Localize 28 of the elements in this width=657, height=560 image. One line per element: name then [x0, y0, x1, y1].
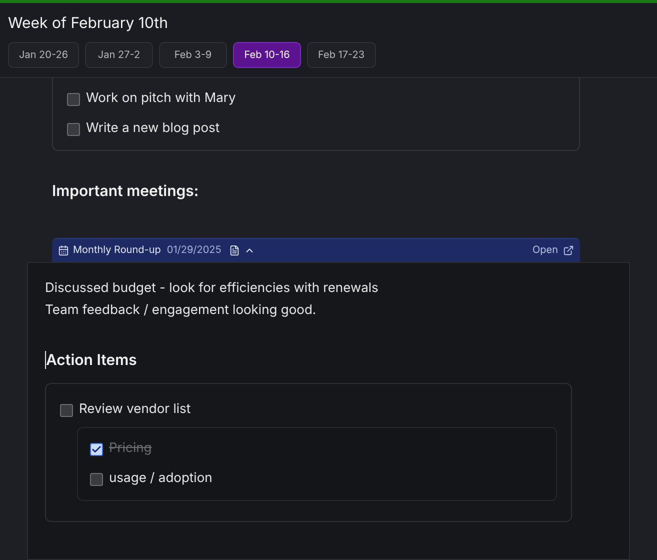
week-tab[interactable]: Jan 20-26: [8, 42, 80, 68]
calendar-icon: [58, 245, 69, 256]
meeting-date: 01/29/2025: [166, 243, 222, 258]
checkbox[interactable]: [67, 122, 80, 136]
checkbox[interactable]: [90, 442, 103, 456]
checkbox[interactable]: [90, 472, 103, 486]
task-label: Pricing: [109, 439, 152, 458]
section-heading: Action Items: [46, 349, 137, 371]
week-tab[interactable]: Jan 27-2: [85, 42, 154, 68]
week-tab[interactable]: Feb 10-16: [233, 42, 302, 68]
note-line: Team feedback / engagement looking good.: [45, 301, 318, 320]
page-title: Week of February 10th: [8, 13, 169, 33]
external-link-icon: [563, 245, 574, 256]
week-tab[interactable]: Feb 17-23: [307, 42, 376, 68]
meeting-bar[interactable]: Monthly Round-up 01/29/2025 Open: [52, 238, 580, 262]
task-label: Work on pitch with Mary: [86, 89, 236, 108]
task-label: Write a new blog post: [86, 119, 220, 138]
note-line: Discussed budget - look for efficiencies with renewals: [45, 279, 380, 298]
checkbox[interactable]: [60, 404, 73, 416]
section-heading: Important meetings:: [52, 181, 200, 201]
meeting-title: Monthly Round-up: [73, 243, 161, 258]
open-link[interactable]: Open: [532, 243, 574, 258]
document-icon[interactable]: [229, 245, 240, 256]
checkbox[interactable]: [67, 92, 80, 106]
task-label: Review vendor list: [79, 400, 191, 420]
week-tab[interactable]: Feb 3-9: [159, 42, 228, 68]
check-icon: [91, 444, 102, 454]
task-label: usage / adoption: [109, 469, 212, 488]
